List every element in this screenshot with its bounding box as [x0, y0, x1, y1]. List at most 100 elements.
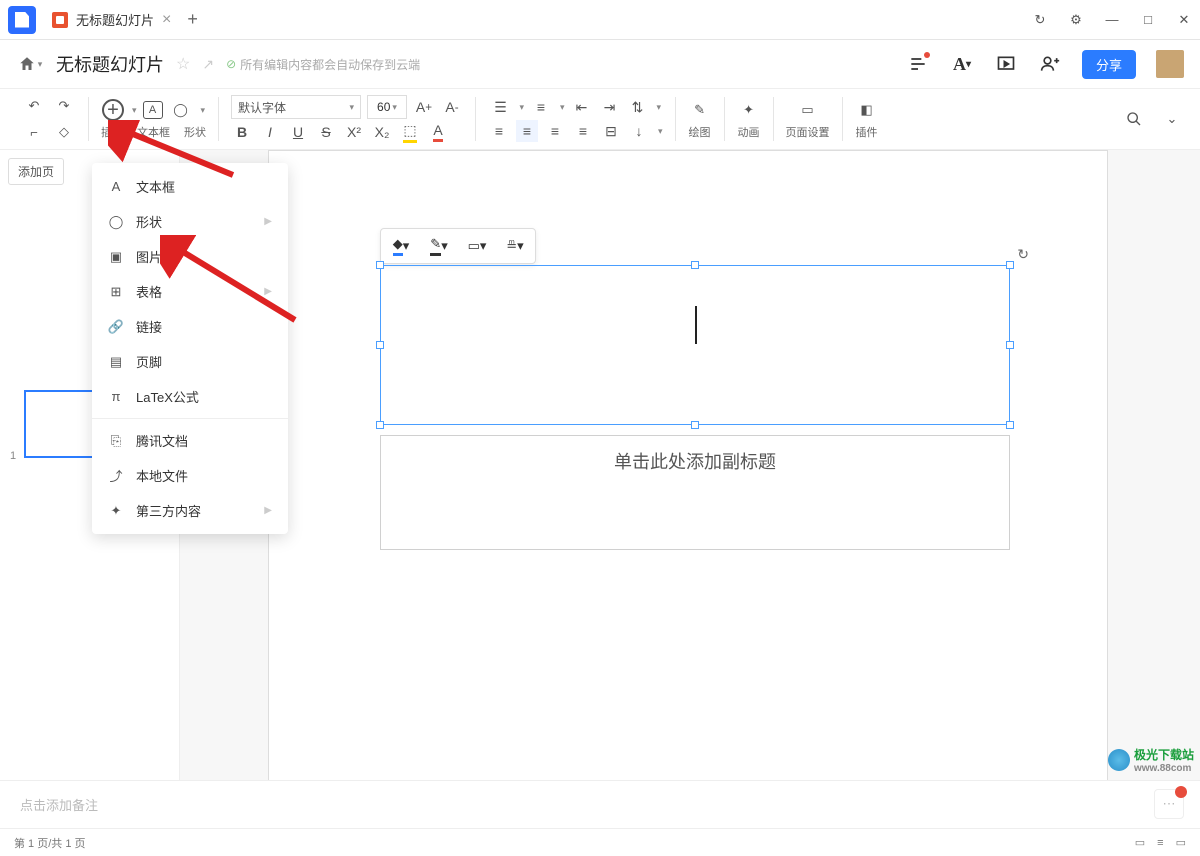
minimize-button[interactable]: — [1104, 12, 1120, 27]
resize-handle[interactable] [376, 341, 384, 349]
txdoc-icon: ⎘ [108, 433, 124, 449]
share-button[interactable]: 分享 [1082, 50, 1136, 79]
subscript-icon[interactable]: X₂ [371, 121, 393, 143]
resize-handle[interactable] [1006, 341, 1014, 349]
font-style-icon[interactable]: A▾ [950, 52, 974, 76]
close-tab-icon[interactable]: × [162, 11, 171, 29]
resize-handle[interactable] [1006, 261, 1014, 269]
floating-format-toolbar: ◆▾ ✎▾ ▭▾ ≞▾ [380, 228, 536, 264]
tab-title: 无标题幻灯片 [76, 10, 154, 29]
resize-handle[interactable] [376, 261, 384, 269]
status-bar: 第 1 页/共 1 页 ▭ ≡ ▭ [0, 828, 1200, 856]
insert-menu-image[interactable]: ▣图片 [92, 239, 288, 274]
insert-label[interactable]: 插入 [101, 124, 123, 140]
bullet-list-icon[interactable]: ☰ [489, 96, 511, 118]
line-spacing-icon[interactable]: ⇅ [627, 96, 649, 118]
arrange-icon[interactable]: ≞▾ [501, 235, 529, 257]
subtitle-placeholder: 单击此处添加副标题 [614, 448, 776, 474]
slides-file-icon [52, 12, 68, 28]
outdent-icon[interactable]: ⇤ [571, 96, 593, 118]
collapse-toolbar-icon[interactable]: ⌄ [1160, 107, 1184, 131]
align-left-icon[interactable]: ≡ [488, 120, 510, 142]
insert-menu-third[interactable]: ✦第三方内容▶ [92, 493, 288, 528]
bold-icon[interactable]: B [231, 121, 253, 143]
insert-plus-icon[interactable]: + [102, 99, 124, 121]
maximize-button[interactable]: □ [1140, 12, 1156, 27]
document-title[interactable]: 无标题幻灯片 [56, 51, 164, 77]
format-painter-icon[interactable]: ⌐ [22, 120, 46, 144]
text-direction-icon[interactable]: ↓ [628, 120, 650, 142]
add-page-button[interactable]: 添加页 [8, 158, 64, 185]
latex-icon: π [108, 389, 124, 405]
insert-menu-upload[interactable]: ⤴本地文件 [92, 458, 288, 493]
highlight-color-icon[interactable]: ⬚ [399, 121, 421, 143]
undo-icon[interactable]: ↶ [22, 94, 46, 118]
title-textbox[interactable]: ↻ [380, 265, 1010, 425]
app-logo-icon[interactable] [8, 6, 36, 34]
resize-handle[interactable] [376, 421, 384, 429]
page-setup-icon[interactable]: ▭ [796, 98, 820, 122]
submenu-arrow-icon: ▶ [264, 505, 272, 516]
font-family-select[interactable]: 默认字体▾ [231, 95, 361, 119]
sync-icon[interactable]: ↻ [1032, 12, 1048, 28]
align-right-icon[interactable]: ≡ [544, 120, 566, 142]
fill-color-icon[interactable]: ◆▾ [387, 235, 415, 257]
rotate-handle-icon[interactable]: ↻ [1017, 246, 1029, 263]
outline-icon[interactable] [906, 52, 930, 76]
add-collaborator-icon[interactable] [1038, 52, 1062, 76]
italic-icon[interactable]: I [259, 121, 281, 143]
favorite-star-icon[interactable]: ☆ [176, 54, 190, 74]
strikethrough-icon[interactable]: S [315, 121, 337, 143]
decrease-font-icon[interactable]: A- [441, 96, 463, 118]
resize-handle[interactable] [691, 421, 699, 429]
align-justify-icon[interactable]: ≡ [572, 120, 594, 142]
clear-format-icon[interactable]: ◇ [52, 120, 76, 144]
notes-placeholder: 点击添加备注 [20, 798, 98, 813]
border-color-icon[interactable]: ✎▾ [425, 235, 453, 257]
notes-more-button[interactable]: ⋯ [1154, 789, 1184, 819]
text-color-icon[interactable]: A [427, 121, 449, 143]
valign-icon[interactable]: ⊟ [600, 120, 622, 142]
resize-handle[interactable] [1006, 421, 1014, 429]
view-normal-icon[interactable]: ▭ [1135, 836, 1145, 849]
subtitle-textbox[interactable]: 单击此处添加副标题 [380, 435, 1010, 550]
submenu-arrow-icon: ▶ [264, 286, 272, 297]
plugin-icon[interactable]: ◧ [855, 98, 879, 122]
draw-icon[interactable]: ✎ [688, 98, 712, 122]
insert-menu-latex[interactable]: πLaTeX公式 [92, 379, 288, 414]
font-size-select[interactable]: 60▾ [367, 95, 407, 119]
number-list-icon[interactable]: ≡ [530, 96, 552, 118]
shape-icon[interactable]: ◯ [169, 98, 193, 122]
present-icon[interactable] [994, 52, 1018, 76]
insert-menu-footer[interactable]: ▤页脚 [92, 344, 288, 379]
search-icon[interactable] [1122, 107, 1146, 131]
goto-icon[interactable]: ↗ [202, 56, 214, 73]
home-button[interactable]: ▾ [16, 50, 44, 78]
notes-panel[interactable]: 点击添加备注 ⋯ [0, 780, 1200, 828]
document-tab[interactable]: 无标题幻灯片 × [44, 0, 179, 39]
image-icon: ▣ [108, 249, 124, 265]
settings-icon[interactable]: ⚙ [1068, 12, 1084, 28]
textbox-icon[interactable]: A [143, 101, 163, 119]
increase-font-icon[interactable]: A+ [413, 96, 435, 118]
indent-icon[interactable]: ⇥ [599, 96, 621, 118]
insert-menu-link[interactable]: 🔗链接 [92, 309, 288, 344]
underline-icon[interactable]: U [287, 121, 309, 143]
user-avatar[interactable] [1156, 50, 1184, 78]
superscript-icon[interactable]: X² [343, 121, 365, 143]
insert-menu-shape[interactable]: ◯形状▶ [92, 204, 288, 239]
insert-menu-text[interactable]: A文本框 [92, 169, 288, 204]
animation-icon[interactable]: ✦ [737, 98, 761, 122]
border-style-icon[interactable]: ▭▾ [463, 235, 491, 257]
canvas-area[interactable]: ◆▾ ✎▾ ▭▾ ≞▾ ↻ 单击此处添加副标题 [180, 150, 1200, 780]
new-tab-button[interactable]: + [187, 9, 198, 30]
view-grid-icon[interactable]: ≡ [1157, 837, 1163, 849]
resize-handle[interactable] [691, 261, 699, 269]
align-center-icon[interactable]: ≡ [516, 120, 538, 142]
close-window-button[interactable]: ✕ [1176, 12, 1192, 28]
redo-icon[interactable]: ↷ [52, 94, 76, 118]
autosave-status: ⊘ 所有编辑内容都会自动保存到云端 [226, 56, 420, 73]
insert-menu-table[interactable]: ⊞表格▶ [92, 274, 288, 309]
view-play-icon[interactable]: ▭ [1176, 836, 1186, 849]
insert-menu-txdoc[interactable]: ⎘腾讯文档 [92, 423, 288, 458]
